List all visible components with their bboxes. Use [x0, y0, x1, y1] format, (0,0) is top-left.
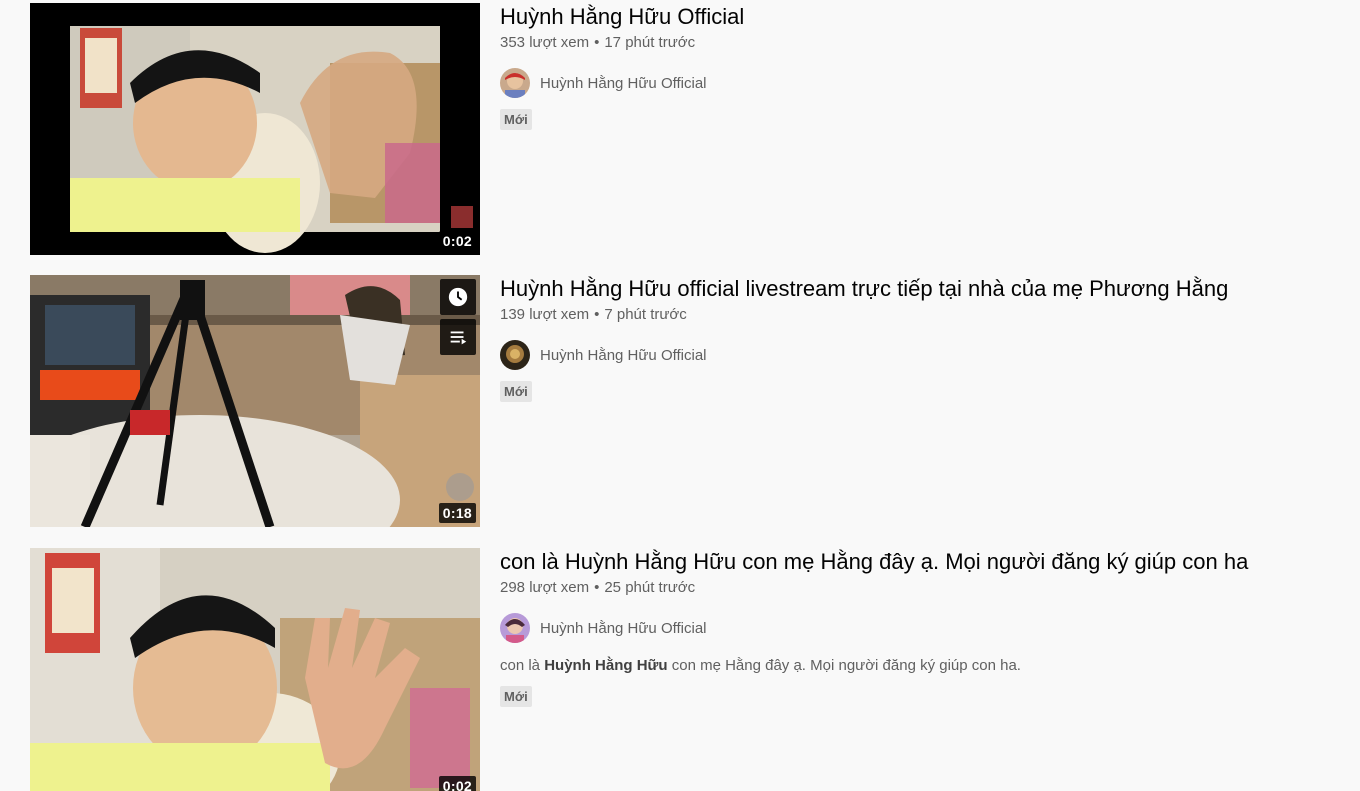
new-badge: Mới: [500, 381, 532, 402]
video-result: 0:02 Huỳnh Hằng Hữu Official 353 lượt xe…: [30, 3, 1340, 255]
video-duration: 0:02: [438, 231, 476, 251]
view-count: 353 lượt xem: [500, 34, 590, 51]
channel-link[interactable]: Huỳnh Hằng Hữu Official: [500, 339, 1340, 371]
view-count: 298 lượt xem: [500, 579, 590, 596]
video-metadata: 353 lượt xem • 17 phút trước: [500, 31, 1340, 55]
add-to-queue-icon: [450, 331, 467, 345]
add-to-queue-button[interactable]: [440, 319, 476, 355]
video-details: Huỳnh Hằng Hữu official livestream trực …: [500, 275, 1340, 402]
thumbnail-image: [30, 548, 480, 791]
video-result: 0:18 Huỳnh Hằng Hữu official livestream …: [30, 275, 1340, 527]
video-description: con là Huỳnh Hằng Hữu con mẹ Hằng đây ạ.…: [500, 656, 1340, 676]
view-count: 139 lượt xem: [500, 306, 590, 323]
description-suffix: con mẹ Hằng đây ạ. Mọi người đăng ký giú…: [667, 657, 1021, 674]
new-badge: Mới: [500, 109, 532, 130]
search-results: 0:02 Huỳnh Hằng Hữu Official 353 lượt xe…: [0, 0, 1360, 791]
video-duration: 0:18: [438, 503, 476, 523]
channel-name[interactable]: Huỳnh Hằng Hữu Official: [540, 620, 707, 637]
channel-avatar[interactable]: [500, 613, 530, 643]
video-duration: 0:02: [438, 776, 476, 791]
thumbnail-image: [30, 275, 480, 527]
video-title[interactable]: con là Huỳnh Hằng Hữu con mẹ Hằng đây ạ.…: [500, 548, 1340, 576]
description-prefix: con là: [500, 657, 545, 674]
video-thumbnail[interactable]: 0:02: [30, 548, 480, 791]
video-title[interactable]: Huỳnh Hằng Hữu Official: [500, 3, 1340, 31]
thumbnail-image: [30, 3, 480, 255]
video-details: Huỳnh Hằng Hữu Official 353 lượt xem • 17 …: [500, 3, 1340, 130]
description-highlight: Huỳnh Hằng Hữu: [544, 657, 668, 674]
video-thumbnail[interactable]: 0:02: [30, 3, 480, 255]
channel-link[interactable]: Huỳnh Hằng Hữu Official: [500, 67, 1340, 99]
video-result: 0:02 con là Huỳnh Hằng Hữu con mẹ Hằng đ…: [30, 548, 1340, 791]
watch-later-button[interactable]: [440, 279, 476, 315]
published-time: 7 phút trước: [604, 306, 687, 323]
video-metadata: 298 lượt xem • 25 phút trước: [500, 576, 1340, 600]
meta-separator: •: [594, 579, 600, 596]
new-badge: Mới: [500, 686, 532, 707]
clock-icon: [448, 287, 468, 307]
video-title[interactable]: Huỳnh Hằng Hữu official livestream trực …: [500, 275, 1340, 303]
video-thumbnail[interactable]: 0:18: [30, 275, 480, 527]
meta-separator: •: [594, 306, 600, 323]
published-time: 17 phút trước: [604, 34, 696, 51]
channel-name[interactable]: Huỳnh Hằng Hữu Official: [540, 75, 707, 92]
channel-link[interactable]: Huỳnh Hằng Hữu Official: [500, 612, 1340, 644]
meta-separator: •: [594, 34, 600, 51]
video-details: con là Huỳnh Hằng Hữu con mẹ Hằng đây ạ.…: [500, 548, 1340, 707]
channel-avatar[interactable]: [500, 340, 530, 370]
published-time: 25 phút trước: [604, 579, 696, 596]
channel-name[interactable]: Huỳnh Hằng Hữu Official: [540, 347, 707, 364]
channel-avatar[interactable]: [500, 68, 530, 98]
video-metadata: 139 lượt xem • 7 phút trước: [500, 303, 1340, 327]
